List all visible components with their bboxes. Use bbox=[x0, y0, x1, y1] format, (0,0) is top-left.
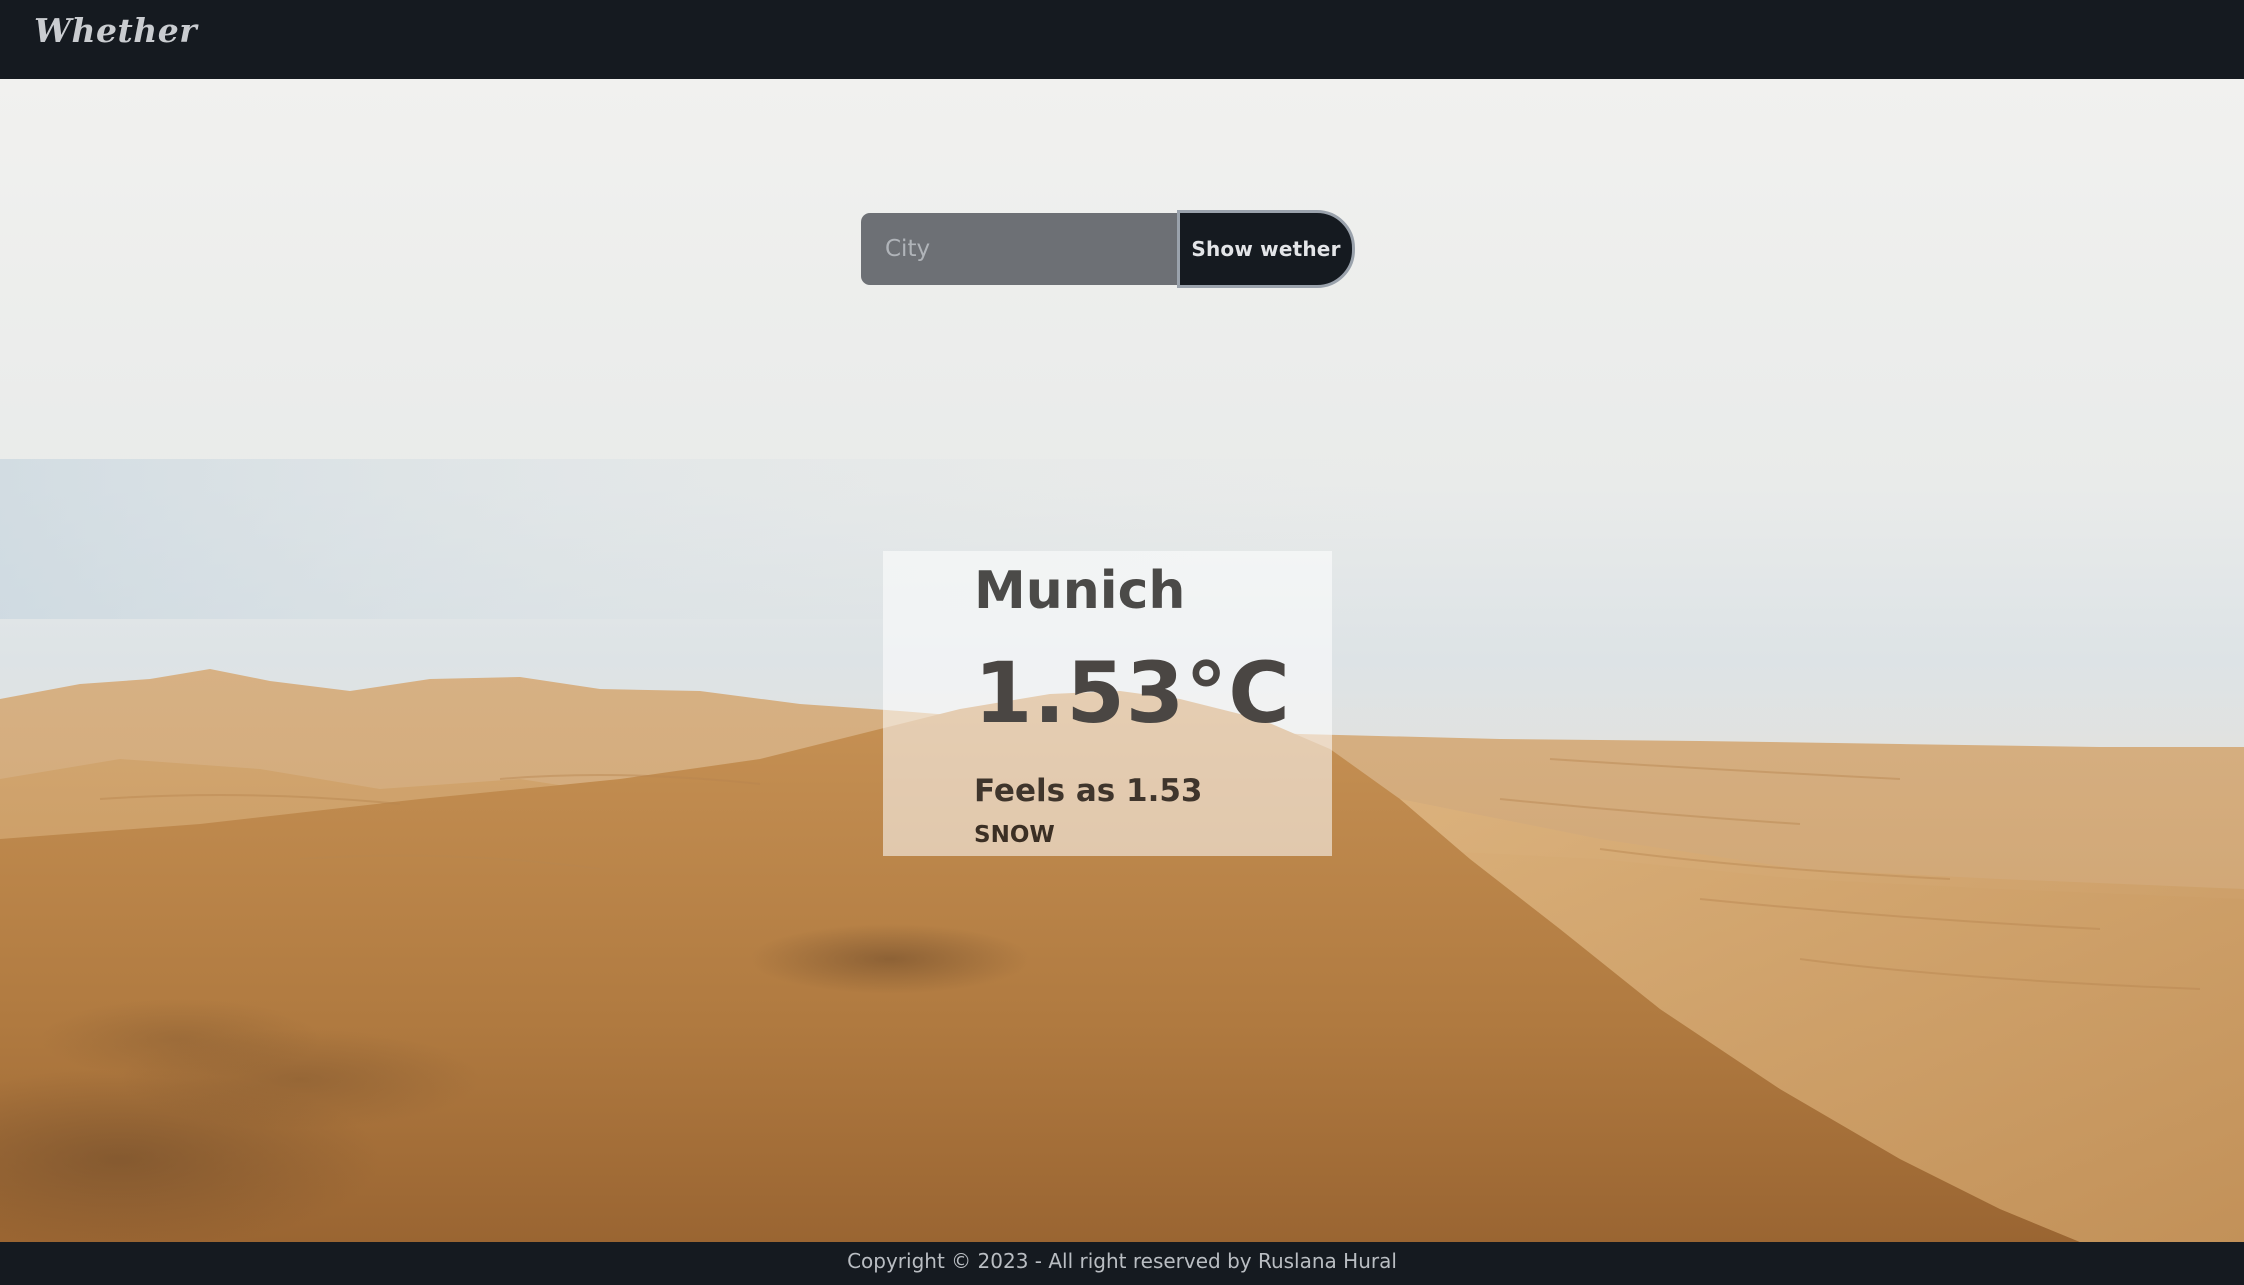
feels-like-text: Feels as 1.53 bbox=[974, 773, 1203, 809]
brand-logo[interactable]: Whether bbox=[34, 11, 197, 50]
city-search-form: Show wether bbox=[861, 210, 1355, 288]
weather-app-page: Whether City Show wether Munich 1.53°C F… bbox=[0, 0, 2244, 1285]
top-navbar: Whether bbox=[0, 0, 2244, 79]
city-name: Munich bbox=[974, 561, 1186, 621]
temperature-value: 1.53°C bbox=[974, 644, 1291, 742]
weather-card: Munich 1.53°C Feels as 1.53 SNOW bbox=[883, 551, 1332, 856]
copyright-text: Copyright © 2023 - All right reserved by… bbox=[847, 1249, 1397, 1273]
weather-condition: SNOW bbox=[974, 822, 1055, 848]
show-weather-button[interactable]: Show wether bbox=[1177, 210, 1355, 288]
city-input[interactable] bbox=[861, 213, 1178, 285]
page-footer: Copyright © 2023 - All right reserved by… bbox=[0, 1242, 2244, 1285]
